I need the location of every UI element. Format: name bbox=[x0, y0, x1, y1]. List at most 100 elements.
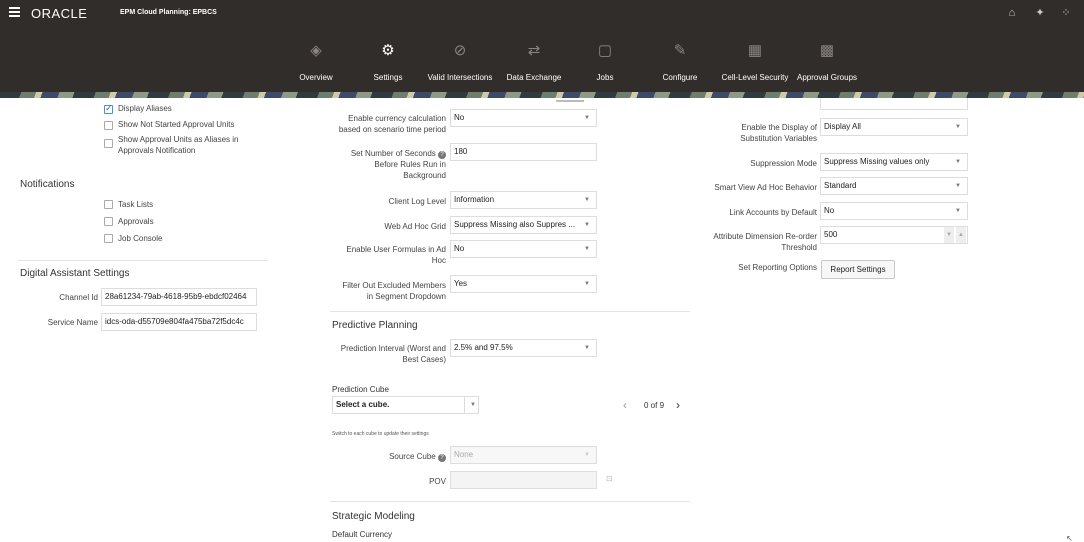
next-page-icon[interactable]: › bbox=[676, 398, 680, 412]
display-aliases-checkbox[interactable] bbox=[104, 103, 113, 114]
nav-cell-level-security[interactable]: ▦ Cell-Level Security bbox=[718, 26, 792, 92]
checkbox-label: Task Lists bbox=[118, 200, 154, 209]
chevron-down-icon: ▼ bbox=[955, 208, 961, 214]
source-cube-label: Source Cube ? bbox=[318, 451, 446, 462]
decrement-icon[interactable]: ▼ bbox=[944, 227, 954, 243]
member-selector-icon[interactable]: ⊡ bbox=[606, 474, 613, 483]
reporting-options-label: Set Reporting Options bbox=[738, 263, 817, 272]
substitution-variables-label: Enable the Display of Substitution Variab… bbox=[740, 123, 817, 143]
pov-label: POV bbox=[429, 477, 446, 486]
overview-icon: ◈ bbox=[310, 42, 322, 59]
approvals-checkbox[interactable] bbox=[104, 217, 113, 226]
partial-field[interactable] bbox=[820, 98, 968, 110]
drag-handle[interactable] bbox=[556, 100, 584, 102]
previous-page-icon[interactable]: ‹ bbox=[623, 398, 627, 412]
nav-overview[interactable]: ◈ Overview bbox=[296, 26, 336, 92]
chevron-down-icon: ▼ bbox=[955, 159, 961, 165]
filter-excluded-select[interactable]: Yes ▼ bbox=[450, 275, 597, 293]
channel-id-input[interactable]: 28a61234-79ab-4618-95b9-ebdcf02464 bbox=[101, 288, 257, 306]
filter-excluded-label: Filter Out Excluded Members in Segment Dr… bbox=[342, 281, 446, 301]
substitution-variables-select[interactable]: Display All ▼ bbox=[820, 118, 968, 136]
client-log-select[interactable]: Information ▼ bbox=[450, 191, 597, 209]
web-adhoc-select[interactable]: Suppress Missing also Suppres ... ▼ bbox=[450, 216, 597, 234]
show-aliases-notification-checkbox[interactable] bbox=[104, 139, 113, 148]
report-settings-button[interactable]: Report Settings bbox=[821, 260, 895, 279]
nav-label: Valid Intersections bbox=[427, 73, 493, 82]
chevron-down-icon: ▼ bbox=[584, 246, 590, 252]
pov-input[interactable] bbox=[450, 471, 597, 489]
cell-level-security-icon: ▦ bbox=[747, 42, 763, 59]
chevron-down-icon: ▼ bbox=[955, 183, 961, 189]
source-cube-select[interactable]: None ▼ bbox=[450, 446, 597, 464]
checkbox-label: Show Not Started Approval Units bbox=[118, 120, 235, 129]
data-exchange-icon: ⇄ bbox=[527, 42, 541, 59]
navigator-icon[interactable]: ⁘ bbox=[1059, 6, 1073, 20]
suppression-mode-label: Suppression Mode bbox=[750, 159, 817, 168]
help-icon: ? bbox=[438, 454, 446, 462]
seconds-label: Set Number of Seconds ? Before Rules Run … bbox=[350, 149, 446, 180]
digital-assistant-heading: Digital Assistant Settings bbox=[20, 268, 130, 279]
channel-id-label: Channel Id bbox=[59, 293, 98, 302]
cursor-icon: ↖ bbox=[1066, 534, 1073, 542]
chevron-down-icon: ▼ bbox=[464, 397, 478, 413]
user-formulas-select[interactable]: No ▼ bbox=[450, 240, 597, 258]
job-console-checkbox[interactable] bbox=[104, 234, 113, 243]
oracle-logo: ORACLE bbox=[31, 6, 88, 21]
checkbox-label: Approvals bbox=[118, 217, 154, 226]
service-name-input[interactable]: idcs-oda-d55709e804fa475ba72f5dc4c bbox=[101, 313, 257, 331]
predictive-planning-heading: Predictive Planning bbox=[332, 320, 418, 331]
checkbox-label-line2: Approvals Notification bbox=[118, 146, 196, 155]
currency-calc-select[interactable]: No ▼ bbox=[450, 109, 597, 127]
seconds-input[interactable]: 180 bbox=[450, 143, 597, 161]
pager-text: 0 of 9 bbox=[644, 401, 665, 410]
nav-jobs[interactable]: ▢ Jobs bbox=[590, 26, 620, 92]
checkbox-label: Job Console bbox=[118, 234, 163, 243]
divider bbox=[18, 260, 268, 261]
nav-configure[interactable]: ✎ Configure bbox=[660, 26, 700, 92]
prediction-interval-select[interactable]: 2.5% and 97.5% ▼ bbox=[450, 339, 597, 357]
nav-settings[interactable]: ⚙ Settings bbox=[368, 26, 408, 92]
accessibility-icon[interactable]: ✦ bbox=[1033, 6, 1047, 20]
link-accounts-select[interactable]: No ▼ bbox=[820, 202, 968, 220]
user-formulas-label: Enable User Formulas in Ad Hoc bbox=[346, 245, 446, 265]
approval-groups-icon: ▩ bbox=[819, 42, 835, 59]
help-icon: ? bbox=[438, 151, 446, 159]
prediction-cube-label: Prediction Cube bbox=[332, 385, 389, 394]
reorder-threshold-label: Attribute Dimension Re-order Threshold bbox=[713, 232, 817, 252]
app-title: EPM Cloud Planning: EPBCS bbox=[120, 9, 217, 16]
task-lists-checkbox[interactable] bbox=[104, 200, 113, 209]
nav-data-exchange[interactable]: ⇄ Data Exchange bbox=[500, 26, 568, 92]
prediction-cube-select[interactable]: Select a cube. ▼ bbox=[332, 396, 479, 414]
link-accounts-label: Link Accounts by Default bbox=[729, 208, 817, 217]
nav-approval-groups[interactable]: ▩ Approval Groups bbox=[795, 26, 859, 92]
nav-label: Jobs bbox=[596, 73, 614, 82]
show-not-started-checkbox[interactable] bbox=[104, 121, 113, 130]
default-currency-label: Default Currency bbox=[332, 530, 393, 539]
home-icon[interactable]: ⌂ bbox=[1005, 6, 1019, 20]
checkbox-label: Display Aliases bbox=[118, 104, 172, 113]
jobs-icon: ▢ bbox=[597, 42, 613, 59]
divider bbox=[330, 311, 690, 312]
smartview-adhoc-label: Smart View Ad Hoc Behavior bbox=[714, 183, 817, 192]
smartview-adhoc-select[interactable]: Standard ▼ bbox=[820, 177, 968, 195]
navigation-strip: ◈ Overview ⚙ Settings ⊘ Valid Intersecti… bbox=[0, 26, 1084, 92]
checkbox-label: Show Approval Units as Aliases in bbox=[118, 135, 239, 144]
strategic-modeling-heading: Strategic Modeling bbox=[332, 511, 415, 522]
service-name-label: Service Name bbox=[47, 318, 98, 327]
suppression-mode-select[interactable]: Suppress Missing values only ▼ bbox=[820, 153, 968, 171]
top-bar: ORACLE EPM Cloud Planning: EPBCS ⌂ ✦ ⁘ bbox=[0, 0, 1084, 26]
chevron-down-icon: ▼ bbox=[584, 281, 590, 287]
configure-icon: ✎ bbox=[673, 42, 687, 59]
web-adhoc-label: Web Ad Hoc Grid bbox=[384, 222, 446, 231]
chevron-down-icon: ▼ bbox=[584, 115, 590, 121]
currency-calc-label: Enable currency calculation based on scen… bbox=[338, 114, 446, 134]
increment-icon[interactable]: ▲ bbox=[956, 227, 966, 243]
menu-icon[interactable] bbox=[9, 7, 20, 17]
nav-valid-intersections[interactable]: ⊘ Valid Intersections bbox=[425, 26, 495, 92]
divider bbox=[330, 501, 690, 502]
chevron-down-icon: ▼ bbox=[584, 452, 590, 458]
valid-intersections-icon: ⊘ bbox=[453, 42, 467, 59]
chevron-down-icon: ▼ bbox=[584, 345, 590, 351]
chevron-down-icon: ▼ bbox=[584, 222, 590, 228]
notifications-heading: Notifications bbox=[20, 179, 75, 190]
